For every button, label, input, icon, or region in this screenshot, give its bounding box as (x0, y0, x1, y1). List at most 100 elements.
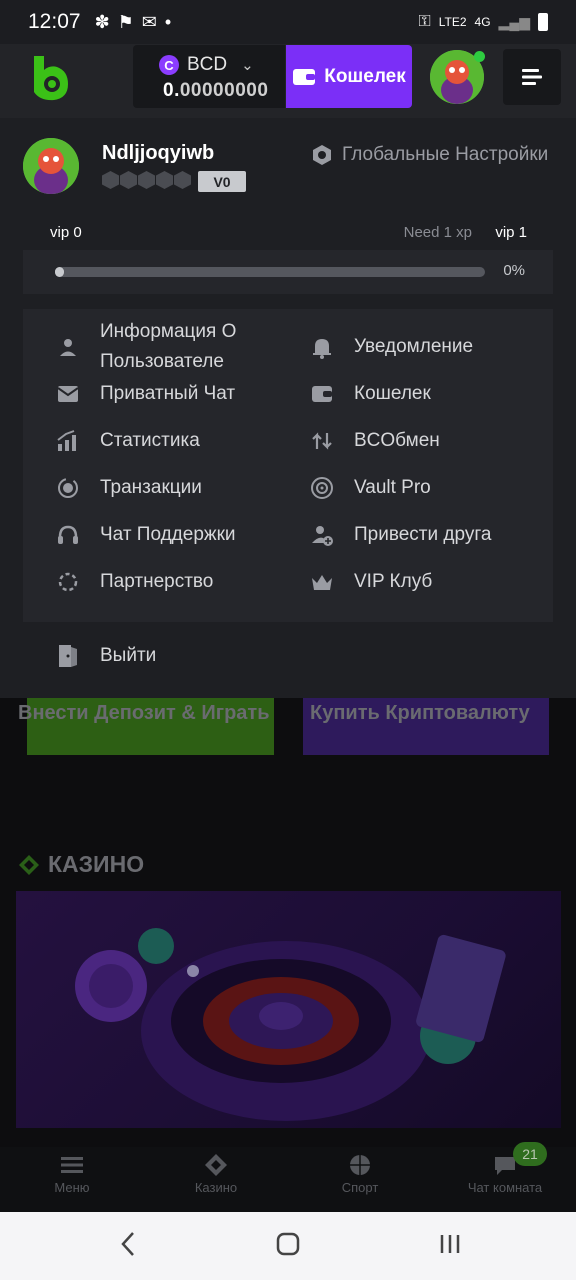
gmail-icon: ✉ (141, 11, 157, 32)
basketball-icon (348, 1150, 372, 1180)
menu-item-label: VIP Клуб (354, 571, 433, 592)
casino-banner (16, 891, 561, 1128)
menu-item-label: Уведомление (354, 336, 474, 357)
menu-button[interactable] (503, 49, 561, 105)
menu-item-label: Приватный Чат (100, 383, 236, 404)
stats-icon (54, 427, 82, 455)
global-settings-link[interactable]: Глобальные Настройки (312, 144, 548, 166)
silent-icon: ⚑ (117, 11, 134, 32)
nav-menu-label: Меню (54, 1180, 90, 1195)
headset-icon (54, 521, 82, 549)
menu-icon (522, 69, 542, 85)
menu-item-label: Кошелек (354, 383, 431, 404)
nav-sport-label: Спорт (341, 1180, 379, 1195)
vip-progress-bar (55, 267, 485, 277)
balance-selector[interactable]: C BCD ⌄ 0.00000000 (133, 45, 285, 108)
partnership-icon (54, 568, 82, 596)
home-icon[interactable] (276, 1230, 300, 1265)
need-xp-label: Need 1 xp (403, 224, 472, 241)
nav-chat-room[interactable]: Чат комната (445, 1147, 565, 1195)
user-icon (54, 333, 82, 361)
exchange-icon (308, 427, 336, 455)
wallet-icon (293, 68, 316, 85)
menu-item-notifications[interactable]: Уведомление (308, 332, 473, 362)
bc-logo-icon[interactable] (28, 54, 72, 102)
key-icon: ⚿ (418, 13, 431, 30)
online-status-dot (474, 51, 485, 62)
transactions-icon (54, 474, 82, 502)
vip-progress-percent: 0% (503, 262, 525, 279)
vip-next-label: vip 1 (495, 224, 527, 241)
menu-item-transactions[interactable]: Транзакции (54, 473, 202, 503)
network-label: LTE2 (438, 15, 467, 29)
user-avatar[interactable] (23, 138, 79, 194)
nav-casino[interactable]: Казино (156, 1147, 276, 1195)
system-icons: ⚿ LTE2 4G ▂▄▆ (419, 13, 548, 31)
app-header: C BCD ⌄ 0.00000000 Кошелек (0, 44, 576, 118)
android-navigation-bar (0, 1212, 576, 1280)
profile-menu: Информация О Пользователе Приватный Чат … (23, 309, 553, 622)
logout-icon (54, 642, 82, 670)
chat-count-badge: 21 (513, 1142, 547, 1166)
buy-crypto-label: Купить Криптовалюту (310, 702, 530, 724)
casino-diamond-icon (19, 854, 39, 875)
vip-progress-box: 0% (23, 250, 553, 294)
nav-sport[interactable]: Спорт (300, 1147, 420, 1195)
wallet-button[interactable]: Кошелек (286, 45, 412, 108)
username: Ndljjoqyiwb (102, 142, 215, 164)
vip-star-icon (174, 171, 191, 189)
profile-dropdown: Ndljjoqyiwb V0 Глобальные Настройки vip … (0, 118, 576, 698)
menu-item-wallet[interactable]: Кошелек (308, 379, 431, 409)
crown-icon (308, 568, 336, 596)
menu-item-private-chat[interactable]: Приватный Чат (54, 379, 235, 409)
vip-star-icon (138, 171, 155, 189)
balance-amount: 0.00000000 (163, 80, 268, 102)
notification-icons: ✽ ⚑ ✉ • (95, 12, 172, 33)
bcd-coin-icon: C (159, 55, 179, 75)
deposit-play-label: Внести Депозит & Играть (18, 702, 270, 724)
casino-title-text: КАЗИНО (48, 851, 145, 877)
menu-item-label: Транзакции (100, 477, 202, 498)
menu-item-refer-friend[interactable]: Привести друга (308, 520, 491, 550)
global-settings-label: Глобальные Настройки (342, 144, 549, 165)
menu-item-bc-exchange[interactable]: BCОбмен (308, 426, 440, 456)
battery-icon (538, 13, 548, 31)
casino-icon (204, 1150, 228, 1180)
nav-menu[interactable]: Меню (12, 1147, 132, 1195)
balance-integer: 0. (163, 80, 180, 101)
menu-item-label: BCОбмен (354, 430, 440, 451)
menu-item-statistics[interactable]: Статистика (54, 426, 200, 456)
vip-star-icon (102, 171, 119, 189)
menu-item-partnership[interactable]: Партнерство (54, 567, 213, 597)
vip-star-icon (156, 171, 173, 189)
menu-item-label: Vault Pro (354, 477, 431, 498)
vip-stars (102, 171, 191, 189)
page-behind-overlay: Внести Депозит & Играть Купить Криптовал… (0, 698, 576, 1212)
balance-decimals: 00000000 (179, 80, 269, 101)
casino-section-title: КАЗИНО (18, 851, 144, 878)
menu-item-support-chat[interactable]: Чат Поддержки (54, 520, 236, 550)
vip-current-label: vip 0 (50, 224, 82, 241)
vip-progress-fill (55, 267, 64, 277)
menu-item-user-info[interactable]: Информация О Пользователе (54, 317, 260, 377)
nav-casino-label: Казино (194, 1180, 238, 1195)
menu-item-vault-pro[interactable]: Vault Pro (308, 473, 431, 503)
menu-item-label: Информация О Пользователе (100, 321, 237, 372)
logout-button[interactable]: Выйти (54, 642, 156, 670)
logout-label: Выйти (100, 645, 157, 666)
recent-apps-icon[interactable] (438, 1230, 462, 1265)
status-time: 12:07 (28, 10, 81, 33)
signal-icon: ▂▄▆ (498, 13, 530, 30)
chevron-down-icon: ⌄ (241, 57, 254, 74)
status-bar: 12:07 ✽ ⚑ ✉ • ⚿ LTE2 4G ▂▄▆ (0, 0, 576, 44)
vault-icon (308, 474, 336, 502)
wallet-button-label: Кошелек (324, 65, 406, 87)
slack-icon: ✽ (94, 11, 110, 32)
back-icon[interactable] (118, 1230, 138, 1265)
bottom-navigation: Меню Казино Спорт Чат комната (0, 1147, 576, 1212)
menu-item-label: Чат Поддержки (100, 524, 236, 545)
wallet-icon (308, 380, 336, 408)
network-type: 4G (474, 15, 491, 29)
currency-label: BCD (187, 54, 228, 75)
menu-item-vip-club[interactable]: VIP Клуб (308, 567, 432, 597)
